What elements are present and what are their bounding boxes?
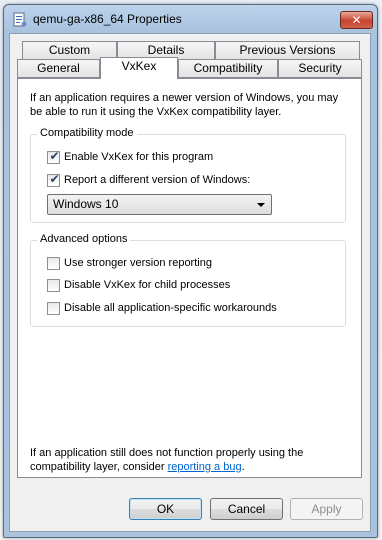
stronger-reporting-checkbox[interactable] <box>47 256 60 270</box>
tab-label: Custom <box>48 43 91 57</box>
report-version-row[interactable]: ✔ Report a different version of Windows: <box>47 172 250 188</box>
enable-vxkex-checkbox[interactable]: ✔ <box>47 148 60 164</box>
tab-label: Security <box>298 61 342 75</box>
tab-previous-versions[interactable]: Previous Versions <box>215 41 360 60</box>
ok-button[interactable]: OK <box>129 498 202 520</box>
tab-label: VxKex <box>121 59 157 73</box>
intro-text: If an application requires a newer versi… <box>30 92 339 118</box>
report-version-checkbox[interactable]: ✔ <box>47 171 60 187</box>
disable-workarounds-checkbox[interactable] <box>47 301 60 315</box>
app-file-icon <box>13 12 27 27</box>
tab-general[interactable]: General <box>17 59 100 78</box>
disable-child-row[interactable]: Disable VxKex for child processes <box>47 277 230 293</box>
compatibility-mode-label: Compatibility mode <box>37 127 137 139</box>
tab-label: Compatibility <box>193 61 263 75</box>
cancel-button[interactable]: Cancel <box>210 498 283 520</box>
disable-workarounds-row[interactable]: Disable all application-specific workaro… <box>47 300 277 316</box>
tab-label: Details <box>147 43 185 57</box>
disable-child-label: Disable VxKex for child processes <box>64 279 231 291</box>
stronger-reporting-row[interactable]: Use stronger version reporting <box>47 255 212 271</box>
chevron-down-icon <box>257 203 265 207</box>
close-icon: ✕ <box>351 13 362 27</box>
disable-child-checkbox[interactable] <box>47 278 60 292</box>
check-icon: ✔ <box>49 171 60 186</box>
windows-version-value: Windows 10 <box>53 197 119 211</box>
footer-text: If an application still does not functio… <box>30 446 350 474</box>
footer-text-end: . <box>241 461 245 473</box>
tab-compatibility[interactable]: Compatibility <box>178 59 278 78</box>
disable-workarounds-label: Disable all application-specific workaro… <box>64 302 277 314</box>
close-button[interactable]: ✕ <box>340 11 373 29</box>
tab-security[interactable]: Security <box>278 59 362 78</box>
check-icon: ✔ <box>49 148 60 163</box>
report-bug-link[interactable]: reporting a bug <box>168 461 242 473</box>
report-version-label: Report a different version of Windows: <box>64 174 251 186</box>
title-bar[interactable]: qemu-ga-x86_64 Properties ✕ <box>4 5 377 33</box>
enable-vxkex-row[interactable]: ✔ Enable VxKex for this program <box>47 149 213 165</box>
windows-version-select[interactable]: Windows 10 <box>47 194 272 215</box>
apply-button[interactable]: Apply <box>290 498 363 520</box>
tab-label: General <box>37 61 80 75</box>
tab-vxkex[interactable]: VxKex <box>100 57 178 79</box>
window-title: qemu-ga-x86_64 Properties <box>33 12 182 26</box>
tab-label: Previous Versions <box>239 43 336 57</box>
advanced-options-label: Advanced options <box>37 233 131 245</box>
stronger-reporting-label: Use stronger version reporting <box>64 257 212 269</box>
enable-vxkex-label: Enable VxKex for this program <box>64 151 214 163</box>
